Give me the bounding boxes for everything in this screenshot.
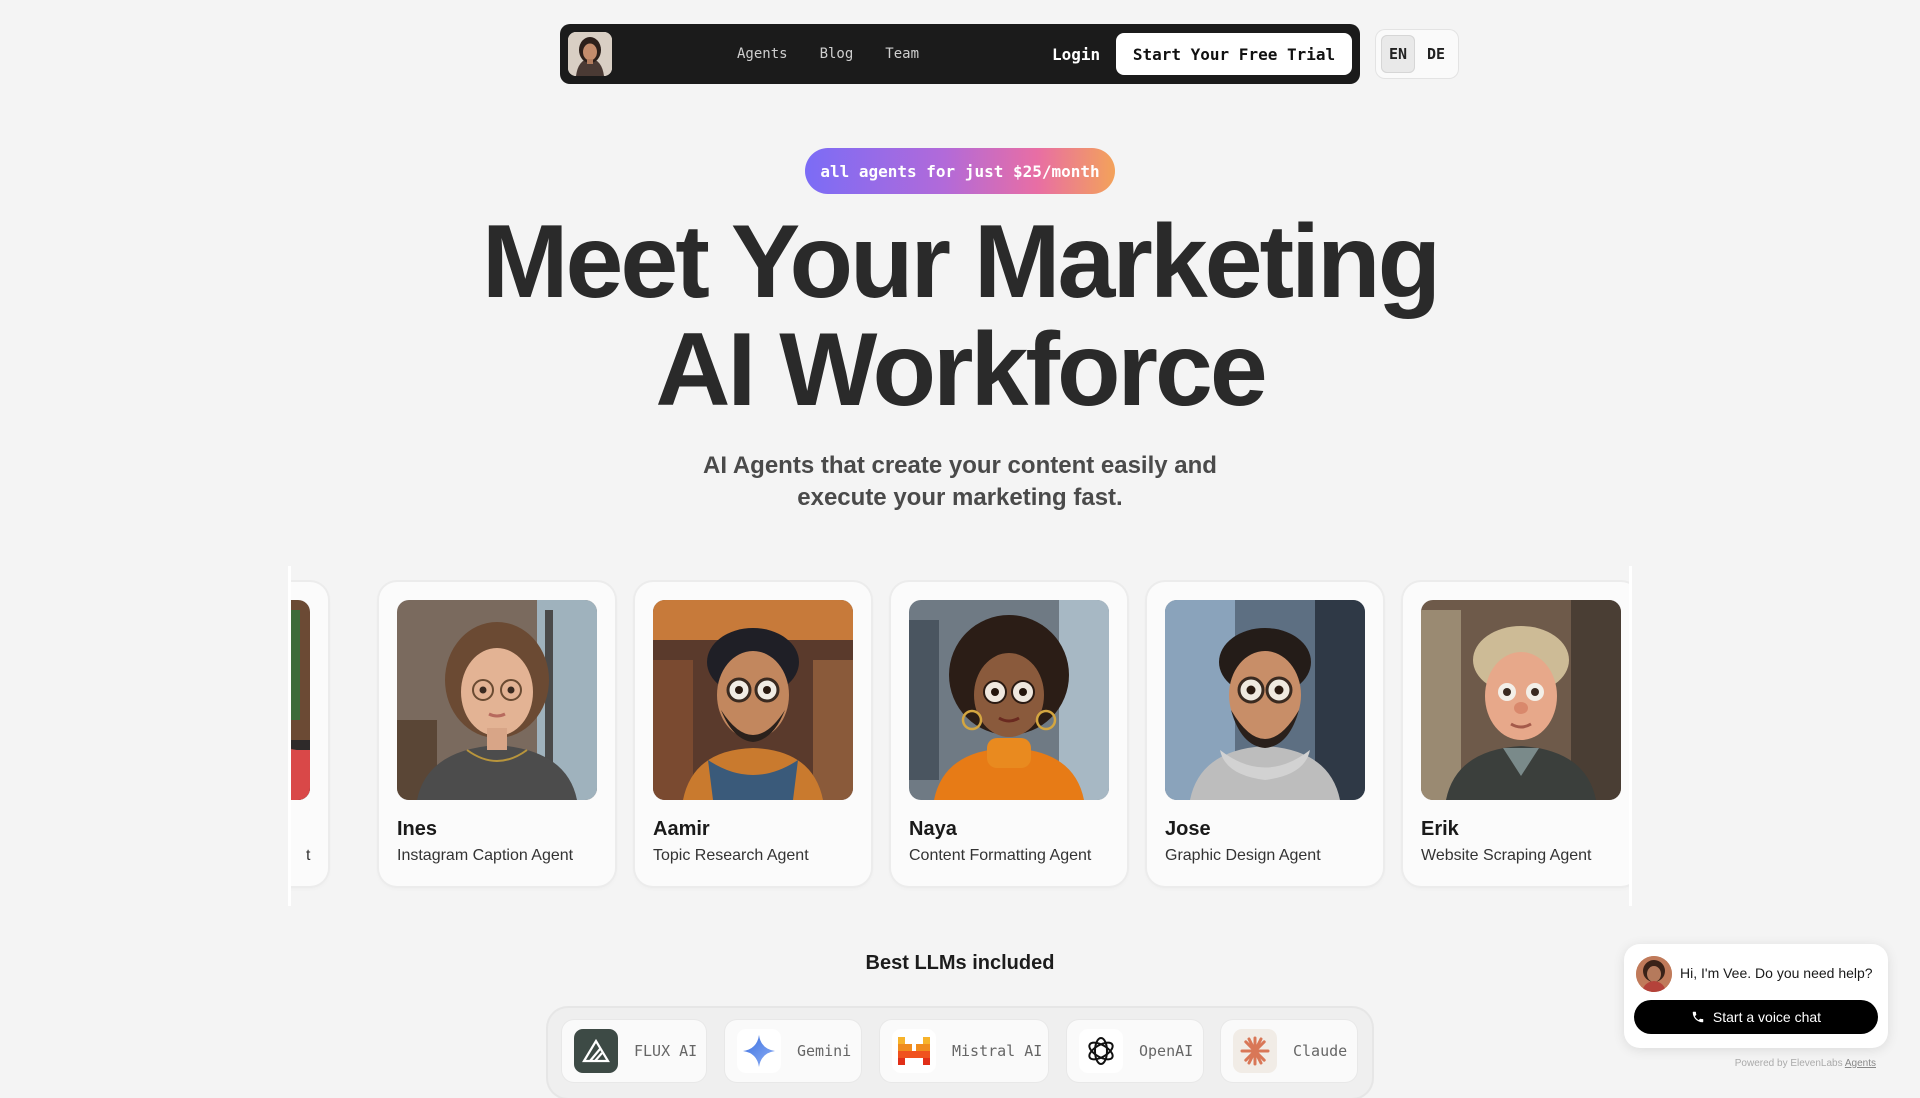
hero-subtitle-line-1: AI Agents that create your content easil…: [703, 452, 1217, 479]
agent-role: Content Formatting Agent: [909, 847, 1092, 864]
claude-icon: [1233, 1029, 1277, 1073]
llm-label: OpenAI: [1139, 1042, 1194, 1060]
agent-name: Aamir: [653, 818, 710, 840]
nav-link-blog[interactable]: Blog: [820, 46, 854, 62]
chat-widget: Hi, I'm Vee. Do you need help? Start a v…: [1624, 944, 1888, 1048]
hero-subtitle: AI Agents that create your content easil…: [660, 450, 1260, 514]
carousel-right-edge: [1629, 566, 1632, 906]
hero-title-line-2: AI Workforce: [655, 312, 1267, 428]
llm-chip-openai[interactable]: OpenAI: [1067, 1020, 1203, 1082]
agent-portrait-aamir: [653, 600, 853, 800]
agent-portrait-naya: [909, 600, 1109, 800]
lang-de-button[interactable]: DE: [1419, 35, 1453, 73]
naya-portrait-icon: [909, 600, 1109, 800]
openai-icon: [1079, 1029, 1123, 1073]
language-switcher: EN DE: [1376, 30, 1458, 78]
llm-label: Gemini: [797, 1042, 852, 1060]
mistral-icon: [892, 1029, 936, 1073]
agent-role: Instagram Caption Agent: [397, 847, 574, 864]
agent-portrait-icon: [290, 600, 310, 800]
powered-by: Powered by ElevenLabs Agents: [1724, 1058, 1876, 1069]
powered-by-link[interactable]: Agents: [1845, 1058, 1876, 1069]
phone-icon: [1692, 1011, 1704, 1023]
agent-name: Ines: [397, 818, 438, 840]
start-free-trial-button[interactable]: Start Your Free Trial: [1116, 33, 1352, 75]
llm-chip-gemini[interactable]: Gemini: [725, 1020, 861, 1082]
agent-portrait: [290, 600, 310, 800]
llm-chip-flux[interactable]: FLUX AI: [562, 1020, 706, 1082]
lang-en-button[interactable]: EN: [1381, 35, 1415, 73]
jose-portrait-icon: [1165, 600, 1365, 800]
llm-label: Claude: [1293, 1042, 1348, 1060]
llm-label: Mistral AI: [952, 1042, 1043, 1060]
logo-avatar[interactable]: [568, 32, 612, 76]
agent-role: Graphic Design Agent: [1165, 847, 1321, 864]
claude-glyph: [1240, 1036, 1270, 1066]
llm-label: FLUX AI: [634, 1042, 698, 1060]
agent-name: Naya: [909, 818, 957, 840]
ines-portrait-icon: [397, 600, 597, 800]
llm-section-title: Best LLMs included: [865, 952, 1055, 974]
chat-greeting: Hi, I'm Vee. Do you need help?: [1680, 965, 1873, 981]
nav-links: Agents Blog Team: [737, 24, 919, 84]
agent-card-partial[interactable]: t: [290, 582, 328, 886]
nav-link-agents[interactable]: Agents: [737, 46, 788, 62]
start-voice-chat-button[interactable]: Start a voice chat: [1634, 1000, 1878, 1034]
hero-title-line-1: Meet Your Marketing: [481, 204, 1441, 320]
assistant-avatar: [1636, 956, 1672, 992]
openai-glyph: [1088, 1037, 1114, 1065]
agent-card-naya[interactable]: Naya Content Formatting Agent: [891, 582, 1127, 886]
hero-subtitle-line-2: execute your marketing fast.: [797, 484, 1123, 511]
gemini-glyph: [743, 1035, 775, 1067]
carousel-left-edge: [288, 566, 291, 906]
hero-title: Meet Your Marketing AI Workforce: [360, 208, 1560, 424]
erik-portrait-icon: [1421, 600, 1621, 800]
agent-card-ines[interactable]: Ines Instagram Caption Agent: [379, 582, 615, 886]
top-nav: Agents Blog Team Login Start Your Free T…: [560, 24, 1360, 84]
flux-icon: [574, 1029, 618, 1073]
powered-by-text: Powered by ElevenLabs: [1734, 1058, 1843, 1069]
agent-portrait-erik: [1421, 600, 1621, 800]
login-link[interactable]: Login: [1052, 24, 1100, 84]
agent-portrait-ines: [397, 600, 597, 800]
agent-name: Jose: [1165, 818, 1211, 840]
pricing-badge: all agents for just $25/month: [805, 148, 1115, 194]
agent-card-jose[interactable]: Jose Graphic Design Agent: [1147, 582, 1383, 886]
llm-chip-mistral[interactable]: Mistral AI: [880, 1020, 1048, 1082]
agent-carousel[interactable]: t Ines Instagram Caption Agent Aamir Top…: [290, 566, 1630, 906]
agent-role: Topic Research Agent: [653, 847, 809, 864]
aamir-portrait-icon: [653, 600, 853, 800]
agent-role: t: [306, 847, 311, 864]
llm-chip-claude[interactable]: Claude: [1221, 1020, 1357, 1082]
assistant-avatar-icon: [1636, 956, 1672, 992]
mistral-glyph: [898, 1037, 930, 1065]
agent-role: Website Scraping Agent: [1421, 847, 1592, 864]
agent-portrait-jose: [1165, 600, 1365, 800]
agent-card-aamir[interactable]: Aamir Topic Research Agent: [635, 582, 871, 886]
agent-card-erik[interactable]: Erik Website Scraping Agent: [1403, 582, 1630, 886]
agent-name: [290, 818, 310, 841]
nav-link-team[interactable]: Team: [885, 46, 919, 62]
flux-glyph: [582, 1038, 610, 1063]
gemini-icon: [737, 1029, 781, 1073]
agent-name: Erik: [1421, 818, 1459, 840]
woman-avatar-icon: [568, 32, 612, 76]
start-voice-chat-label: Start a voice chat: [1712, 1009, 1822, 1025]
